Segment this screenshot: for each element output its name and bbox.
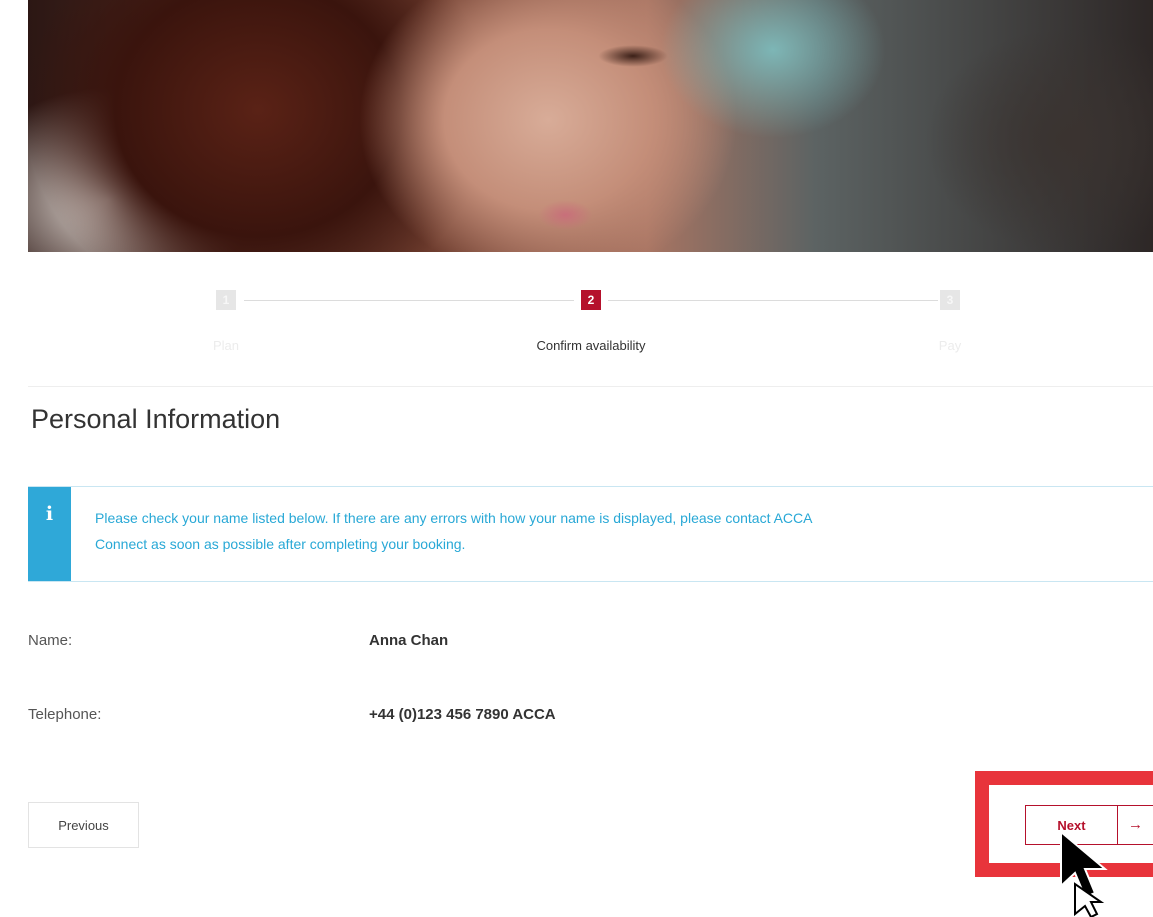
info-line: Please check your name listed below. If … <box>95 510 813 526</box>
info-bar: i <box>28 487 71 581</box>
name-value: Anna Chan <box>369 632 449 649</box>
hero-detail <box>598 45 668 67</box>
divider <box>28 386 1153 387</box>
telephone-value: +44 (0)123 456 7890 ACCA <box>369 706 556 723</box>
hero-detail <box>538 200 593 230</box>
step-2-label: Confirm availability <box>536 338 646 353</box>
step-1-label: Plan <box>212 338 240 353</box>
page-title: Personal Information <box>31 404 281 434</box>
step-3-number: 3 <box>940 290 960 310</box>
step-connector <box>608 300 938 301</box>
info-alert: i Please check your name listed below. I… <box>28 486 1153 582</box>
step-2-number: 2 <box>581 290 601 310</box>
mouse-cursor-icon <box>1060 829 1108 917</box>
progress-steps: 1 Plan 2 Confirm availability 3 Pay <box>28 280 1153 370</box>
previous-button[interactable]: Previous <box>28 802 139 848</box>
hero-image <box>28 0 1153 252</box>
info-icon: i <box>45 503 54 525</box>
step-connector <box>244 300 574 301</box>
info-line: Connect as soon as possible after comple… <box>95 536 466 552</box>
step-3-label: Pay <box>938 338 962 353</box>
info-message: Please check your name listed below. If … <box>95 505 1095 557</box>
name-label: Name: <box>28 632 73 649</box>
step-1-number: 1 <box>216 290 236 310</box>
telephone-label: Telephone: <box>28 706 102 723</box>
